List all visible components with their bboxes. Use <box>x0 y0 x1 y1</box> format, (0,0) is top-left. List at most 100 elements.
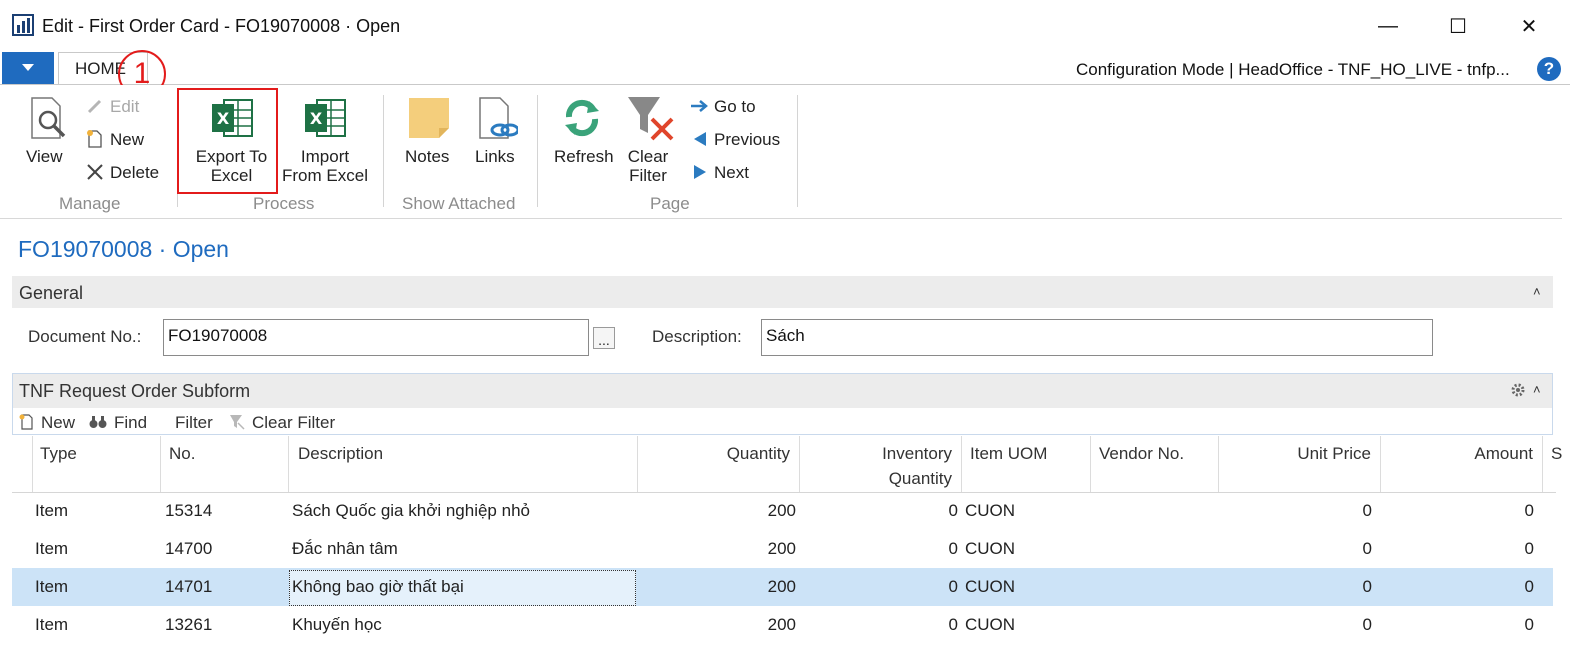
cell-uom: CUON <box>965 501 1016 520</box>
subform-new-icon <box>19 414 35 430</box>
collapse-chevron-icon[interactable]: ˄ <box>1533 284 1541 299</box>
cell-quantity: 200 <box>767 615 796 634</box>
ribbon-separator <box>537 95 538 207</box>
column-header-inventory-line2[interactable]: Quantity <box>802 467 952 491</box>
column-divider <box>32 436 33 492</box>
cell-amount: 0 <box>1524 577 1534 596</box>
links-button[interactable]: Links <box>475 147 515 166</box>
subform-clear-filter-button[interactable]: Clear Filter <box>252 413 335 433</box>
cell-amount: 0 <box>1524 501 1534 520</box>
view-button[interactable] <box>24 96 70 142</box>
view-icon <box>31 97 66 139</box>
export-to-excel-button[interactable] <box>177 88 278 194</box>
edit-button[interactable]: Edit <box>110 97 139 117</box>
settings-icon[interactable] <box>1510 382 1526 398</box>
new-icon <box>86 129 104 149</box>
next-button[interactable]: Next <box>714 163 749 183</box>
minimize-icon: — <box>1378 14 1398 37</box>
notes-button[interactable]: Notes <box>405 147 449 166</box>
column-header-type[interactable]: Type <box>40 442 77 466</box>
links-icon <box>476 96 520 142</box>
find-icon <box>89 414 107 430</box>
cell-no: 15314 <box>165 501 213 520</box>
view-label: View <box>26 147 63 166</box>
menu-dropdown-icon <box>22 64 34 71</box>
minimize-button[interactable]: — <box>1370 10 1406 42</box>
ribbon-separator <box>383 95 384 207</box>
cell-unit-price: 0 <box>1362 577 1372 596</box>
cell-no: 14700 <box>165 539 213 558</box>
column-divider <box>637 436 638 492</box>
subform-title: TNF Request Order Subform <box>19 381 251 401</box>
document-no-label: Document No.: <box>28 327 142 346</box>
page-title: FO19070008 · Open <box>18 236 229 262</box>
cell-description: Không bao giờ thất bại <box>292 577 464 596</box>
column-divider <box>1380 436 1381 492</box>
description-field[interactable]: Sách <box>761 319 1433 356</box>
maximize-button[interactable]: ☐ <box>1440 10 1476 42</box>
cell-inventory: 0 <box>948 501 958 520</box>
cell-uom: CUON <box>965 539 1016 558</box>
column-header-no[interactable]: No. <box>169 442 195 466</box>
subform-new-button[interactable]: New <box>41 413 75 433</box>
close-icon: ✕ <box>1520 15 1538 38</box>
subform-find-button[interactable]: Find <box>114 413 147 433</box>
cell-unit-price: 0 <box>1362 615 1372 634</box>
column-divider <box>160 436 161 492</box>
refresh-icon <box>561 97 603 139</box>
cell-quantity: 200 <box>767 577 796 596</box>
cell-inventory: 0 <box>948 577 958 596</box>
column-header-description[interactable]: Description <box>298 442 383 466</box>
subform-filter-button[interactable]: Filter <box>175 413 213 433</box>
cell-type: Item <box>35 577 69 596</box>
maximize-icon: ☐ <box>1449 15 1467 38</box>
column-header-vendor-no[interactable]: Vendor No. <box>1099 442 1184 466</box>
column-header-item-uom[interactable]: Item UOM <box>970 442 1047 466</box>
previous-icon <box>693 131 707 147</box>
column-divider <box>1218 436 1219 492</box>
new-button[interactable]: New <box>110 130 144 150</box>
go-to-icon <box>690 98 708 114</box>
refresh-button[interactable]: Refresh <box>554 147 614 166</box>
subform-collapse-chevron-icon[interactable]: ˄ <box>1533 382 1541 397</box>
table-row[interactable]: Item 13261 Khuyến học 200 0 CUON 0 0 <box>12 606 1553 644</box>
document-no-lookup-button[interactable]: ... <box>593 327 615 349</box>
document-no-field[interactable]: FO19070008 <box>163 319 589 356</box>
cell-quantity: 200 <box>767 539 796 558</box>
column-divider <box>1090 436 1091 492</box>
column-divider <box>961 436 962 492</box>
group-label-process: Process <box>253 194 315 213</box>
general-section-label: General <box>19 283 84 303</box>
cell-uom: CUON <box>965 615 1016 634</box>
column-header-quantity[interactable]: Quantity <box>640 442 790 466</box>
general-fasttab[interactable] <box>12 276 1553 308</box>
table-row-selected[interactable]: Item 14701 Không bao giờ thất bại 200 0 … <box>12 568 1553 606</box>
cell-description: Sách Quốc gia khởi nghiệp nhỏ <box>292 501 530 520</box>
column-header-amount[interactable]: Amount <box>1383 442 1533 466</box>
import-from-excel-button[interactable] <box>280 96 374 188</box>
close-button[interactable]: ✕ <box>1511 10 1547 42</box>
cell-unit-price: 0 <box>1362 539 1372 558</box>
column-header-partial[interactable]: S <box>1551 442 1562 466</box>
description-label: Description: <box>652 327 742 346</box>
cell-description: Khuyến học <box>292 615 382 634</box>
cell-uom: CUON <box>965 577 1016 596</box>
configuration-status: Configuration Mode | HeadOffice - TNF_HO… <box>1076 60 1510 79</box>
ribbon-separator <box>797 95 798 207</box>
notes-icon <box>407 96 451 140</box>
column-divider <box>288 436 289 492</box>
column-header-inventory-line1[interactable]: Inventory <box>802 442 952 466</box>
column-header-unit-price[interactable]: Unit Price <box>1221 442 1371 466</box>
table-row[interactable]: Item 14700 Đắc nhân tâm 200 0 CUON 0 0 <box>12 530 1553 568</box>
cell-no: 13261 <box>165 615 213 634</box>
table-row[interactable]: Item 15314 Sách Quốc gia khởi nghiệp nhỏ… <box>12 492 1553 530</box>
go-to-button[interactable]: Go to <box>714 97 756 117</box>
delete-button[interactable]: Delete <box>110 163 159 183</box>
cell-type: Item <box>35 501 69 520</box>
clear-filter-button[interactable] <box>620 95 676 187</box>
previous-button[interactable]: Previous <box>714 130 780 150</box>
help-icon[interactable]: ? <box>1537 57 1561 81</box>
cell-type: Item <box>35 615 69 634</box>
application-menu-button[interactable] <box>2 52 54 84</box>
cell-description: Đắc nhân tâm <box>292 539 398 558</box>
